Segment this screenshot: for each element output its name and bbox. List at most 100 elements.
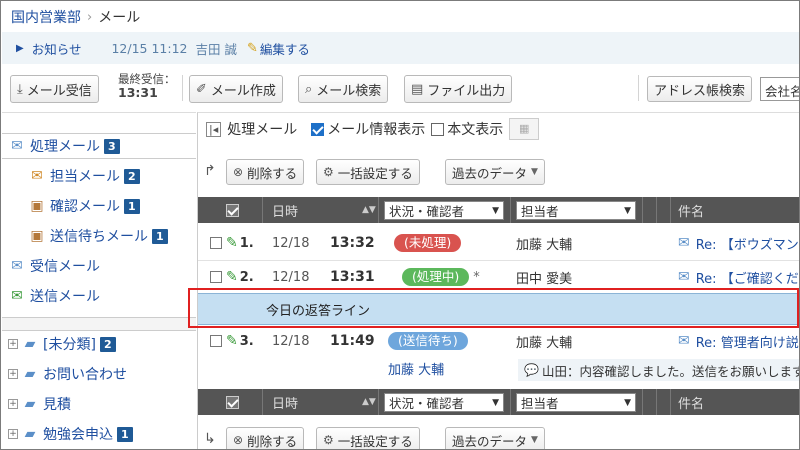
company-name-input[interactable]: 会社名 (760, 77, 799, 101)
assignee-filter-select[interactable]: 担当者 ▼ (516, 201, 636, 220)
sidebar-item-label: 見積 (43, 397, 71, 413)
header-divider (262, 197, 263, 223)
header-subject: 件名 (678, 204, 705, 220)
breadcrumb-parent-link[interactable]: 国内営業部 (11, 7, 81, 27)
delete-label: 削除する (247, 433, 298, 449)
count-badge: 1 (117, 426, 133, 442)
sidebar: ✉ 処理メール 3 ✉ 担当メール 2 ▣ 確認メール 1 ▣ 送信待ちメール … (2, 112, 196, 449)
past-data-dropdown[interactable]: 過去のデータ ▼ (445, 159, 545, 185)
bulk-settings-button[interactable]: ⚙ 一括設定する (316, 159, 420, 185)
edit-icon[interactable]: ✎ (226, 269, 238, 285)
inbox-icon: ✉ (11, 258, 23, 274)
delete-button[interactable]: ⊗ 削除する (226, 427, 305, 449)
sidebar-item-processing[interactable]: ✉ 処理メール 3 (2, 133, 196, 159)
last-received: 最終受信： 13:31 (118, 72, 176, 100)
action-row-top: ↱ ⊗ 削除する ⚙ 一括設定する 過去のデータ ▼ (198, 157, 798, 185)
layout-grid-icon[interactable]: ▦ (509, 118, 540, 140)
breadcrumb-current: メール (98, 10, 141, 26)
delete-icon: ⊗ (233, 165, 244, 179)
sidebar-folder-inquiry[interactable]: + ▰ お問い合わせ (2, 361, 196, 387)
sidebar-item-sent[interactable]: ✉ 送信メール (2, 283, 196, 309)
star-mark: * (473, 269, 480, 285)
collapse-sidebar-icon[interactable]: |◂ (206, 121, 222, 137)
header-datetime[interactable]: 日時 (272, 389, 298, 415)
sidebar-item-assigned[interactable]: ✉ 担当メール 2 (2, 163, 196, 189)
select-all-checkbox[interactable] (226, 395, 239, 409)
assignee-filter-select[interactable]: 担当者 ▼ (516, 393, 636, 412)
status-badge[interactable]: (未処理) (394, 234, 462, 252)
sidebar-item-inbox[interactable]: ✉ 受信メール (2, 253, 196, 279)
expand-icon[interactable]: + (8, 399, 18, 409)
chevron-down-icon: ▼ (492, 397, 499, 408)
address-book-search-button[interactable]: アドレス帳検索 (647, 76, 753, 102)
compose-icon: ✐ (196, 81, 207, 97)
sidebar-item-label: 確認メール (50, 199, 120, 215)
select-all-cell (226, 389, 239, 415)
notice-edit-link[interactable]: 編集する (260, 39, 310, 58)
comment-text: 山田：内容確認しました。送信をお願いします。 (541, 363, 800, 379)
status-badge[interactable]: (処理中) (402, 268, 470, 286)
select-arrow-icon: ↳ (204, 431, 216, 447)
sidebar-item-label: 受信メール (30, 259, 100, 275)
sidebar-folder-unclassified[interactable]: + ▰ [未分類] 2 (2, 331, 196, 357)
sidebar-item-label: 送信メール (30, 289, 100, 305)
status-filter-select[interactable]: 状況・確認者 ▼ (384, 393, 504, 412)
folder-icon: ▰ (24, 366, 36, 382)
expand-icon[interactable]: + (8, 429, 18, 439)
compose-mail-label: メール作成 (210, 83, 276, 99)
status-filter-select[interactable]: 状況・確認者 ▼ (384, 201, 504, 220)
folder-icon: ▰ (24, 426, 36, 442)
sidebar-folder-study-session[interactable]: + ▰ 勉強会申込 1 (2, 421, 196, 447)
sort-icon[interactable]: ▲▼ (362, 197, 376, 223)
count-badge: 2 (124, 168, 140, 184)
select-all-checkbox[interactable] (226, 203, 239, 217)
action-row-bottom: ↳ ⊗ 削除する ⚙ 一括設定する 過去のデータ ▼ (198, 425, 798, 449)
sidebar-folder-estimate[interactable]: + ▰ 見積 (2, 391, 196, 417)
assignee-filter-label: 担当者 (521, 204, 559, 219)
sidebar-item-confirm[interactable]: ▣ 確認メール 1 (2, 193, 196, 219)
sidebar-item-awaiting[interactable]: ▣ 送信待ちメール 1 (2, 223, 196, 249)
show-body-checkbox[interactable] (431, 122, 445, 136)
notice-author: 吉田 誠 (195, 41, 237, 57)
gear-icon: ⚙ (323, 433, 334, 447)
header-divider (670, 389, 671, 415)
sidebar-item-label: 担当メール (50, 169, 120, 185)
receive-mail-button[interactable]: ⤓ メール受信 (10, 75, 99, 103)
status-badge[interactable]: (送信待ち) (388, 332, 468, 350)
chevron-down-icon: ▼ (531, 435, 538, 445)
header-divider (642, 389, 643, 415)
row-checkbox[interactable] (210, 335, 222, 347)
expand-icon[interactable]: + (8, 339, 18, 349)
sidebar-item-label: 送信待ちメール (50, 229, 148, 245)
row-subject[interactable]: Re: 【ご確認くだ (696, 268, 799, 287)
chevron-down-icon: ▼ (531, 167, 538, 177)
delete-button[interactable]: ⊗ 削除する (226, 159, 305, 185)
edit-icon[interactable]: ✎ (226, 333, 238, 349)
row-subject[interactable]: Re: 【ボウズマン (696, 234, 799, 253)
expand-triangle-icon[interactable]: ▶ (16, 43, 24, 54)
row-checkbox[interactable] (210, 237, 222, 249)
expand-icon[interactable]: + (8, 369, 18, 379)
toolbar-divider (638, 75, 639, 101)
sort-icon[interactable]: ▲▼ (362, 389, 376, 415)
show-info-checkbox[interactable] (311, 122, 325, 136)
header-divider (670, 197, 671, 223)
view-title: 処理メール (227, 122, 298, 138)
search-mail-button[interactable]: ⌕ メール検索 (298, 75, 389, 103)
breadcrumb-separator-icon: › (87, 9, 93, 25)
edit-icon[interactable]: ✎ (226, 235, 238, 251)
notice-title[interactable]: お知らせ (32, 39, 82, 58)
compose-mail-button[interactable]: ✐ メール作成 (189, 75, 283, 103)
past-data-dropdown[interactable]: 過去のデータ ▼ (445, 427, 545, 449)
confirmer-link[interactable]: 加藤 大輔 (388, 359, 444, 378)
header-datetime[interactable]: 日時 (272, 197, 298, 223)
receive-mail-label: メール受信 (26, 83, 92, 99)
awaiting-box-icon: ▣ (30, 228, 44, 244)
chevron-down-icon: ▼ (624, 397, 631, 408)
row-subject[interactable]: Re: 管理者向け説 (696, 332, 799, 351)
bulk-settings-button[interactable]: ⚙ 一括設定する (316, 427, 420, 449)
breadcrumb: 国内営業部 › メール (11, 7, 140, 27)
header-divider (262, 389, 263, 415)
export-file-button[interactable]: ▤ ファイル出力 (404, 75, 513, 103)
row-checkbox[interactable] (210, 271, 222, 283)
